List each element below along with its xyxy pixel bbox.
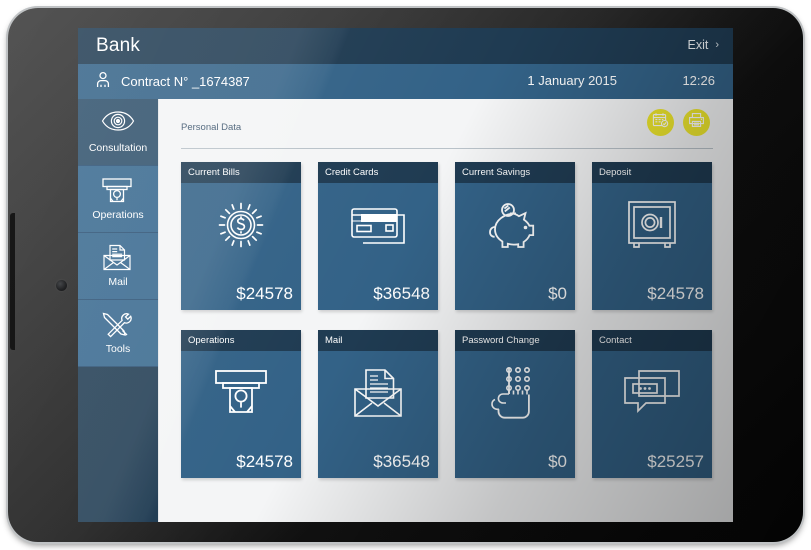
current-date: 1 January 2015 (527, 73, 617, 88)
card-header: Deposit (592, 162, 712, 183)
cards-grid: Current Bills (181, 162, 713, 478)
exit-label: Exit (687, 38, 708, 52)
content-area: Personal Data (158, 99, 733, 522)
page-title: Personal Data (181, 122, 241, 133)
exit-button[interactable]: Exit › (687, 38, 719, 52)
card-title: Contact (592, 335, 632, 346)
card-mail[interactable]: Mail (318, 330, 438, 478)
card-header: Current Bills (181, 162, 301, 183)
card-amount: $36548 (373, 452, 430, 472)
calendar-check-icon (652, 112, 669, 133)
sidebar-item-label: Mail (108, 276, 127, 288)
report-button[interactable] (647, 109, 674, 136)
person-icon (95, 71, 111, 93)
card-icon-wrap (318, 183, 438, 271)
coin-dollar-icon (211, 195, 271, 260)
card-current-savings[interactable]: Current Savings (455, 162, 575, 310)
contract-bar: Contract N° _1674387 1 January 2015 12:2… (78, 64, 733, 99)
card-title: Deposit (592, 167, 631, 178)
card-icon-wrap (318, 351, 438, 439)
app-title-bar: Bank Exit › (78, 28, 733, 64)
card-amount: $25257 (647, 452, 704, 472)
card-title: Mail (318, 335, 342, 346)
sidebar-item-operations[interactable]: Operations (78, 166, 158, 233)
chat-bubbles-icon (623, 369, 681, 422)
keypad-hand-icon (491, 366, 539, 425)
card-title: Password Change (455, 335, 540, 346)
card-icon-wrap (181, 183, 301, 271)
card-title: Credit Cards (318, 167, 378, 178)
card-icon-wrap (455, 351, 575, 439)
card-icon-wrap (455, 183, 575, 271)
card-amount: $0 (548, 284, 567, 304)
safe-icon (626, 199, 678, 256)
card-header: Password Change (455, 330, 575, 351)
card-icon-wrap (592, 183, 712, 271)
contract-number: Contract N° _1674387 (121, 74, 250, 89)
sidebar-item-tools[interactable]: Tools (78, 300, 158, 367)
card-title: Operations (181, 335, 234, 346)
card-icon-wrap (181, 351, 301, 439)
card-header: Current Savings (455, 162, 575, 183)
card-amount: $24578 (236, 452, 293, 472)
contract-info: Contract N° _1674387 (95, 64, 250, 99)
sidebar-item-mail[interactable]: Mail (78, 233, 158, 300)
tablet-screen: Bank Exit › Contract N° _1674387 1 Janua… (78, 28, 733, 522)
card-contact[interactable]: Contact (592, 330, 712, 478)
printer-icon (688, 112, 705, 133)
eye-icon (101, 110, 135, 138)
sidebar-item-label: Operations (92, 209, 143, 221)
app-title: Bank (96, 35, 140, 57)
card-credit-cards[interactable]: Credit Cards (318, 162, 438, 310)
mail-icon (351, 368, 405, 423)
sidebar-item-label: Consultation (89, 142, 147, 154)
tablet-device: Bank Exit › Contract N° _1674387 1 Janua… (8, 8, 803, 542)
card-icon-wrap (592, 351, 712, 439)
card-header: Operations (181, 330, 301, 351)
card-header: Mail (318, 330, 438, 351)
piggy-bank-icon (486, 200, 544, 255)
credit-card-icon (349, 202, 407, 253)
tools-icon (101, 311, 135, 339)
card-title: Current Savings (455, 167, 530, 178)
card-amount: $0 (548, 452, 567, 472)
card-current-bills[interactable]: Current Bills (181, 162, 301, 310)
card-amount: $24578 (236, 284, 293, 304)
mail-icon (101, 244, 135, 272)
sidebar-nav: Consultation Operations (78, 99, 158, 522)
atm-icon (214, 368, 268, 423)
card-header: Contact (592, 330, 712, 351)
sidebar-item-label: Tools (106, 343, 131, 355)
card-password-change[interactable]: Password Change (455, 330, 575, 478)
device-side-button[interactable] (10, 213, 15, 350)
current-time: 12:26 (682, 73, 715, 88)
chevron-right-icon: › (715, 39, 719, 51)
sidebar-item-consultation[interactable]: Consultation (78, 99, 158, 166)
card-title: Current Bills (181, 167, 240, 178)
card-deposit[interactable]: Deposit (592, 162, 712, 310)
card-header: Credit Cards (318, 162, 438, 183)
card-amount: $24578 (647, 284, 704, 304)
print-button[interactable] (683, 109, 710, 136)
device-camera (56, 280, 67, 291)
atm-icon (101, 177, 135, 205)
content-header: Personal Data (181, 119, 713, 149)
card-amount: $36548 (373, 284, 430, 304)
card-operations[interactable]: Operations (181, 330, 301, 478)
